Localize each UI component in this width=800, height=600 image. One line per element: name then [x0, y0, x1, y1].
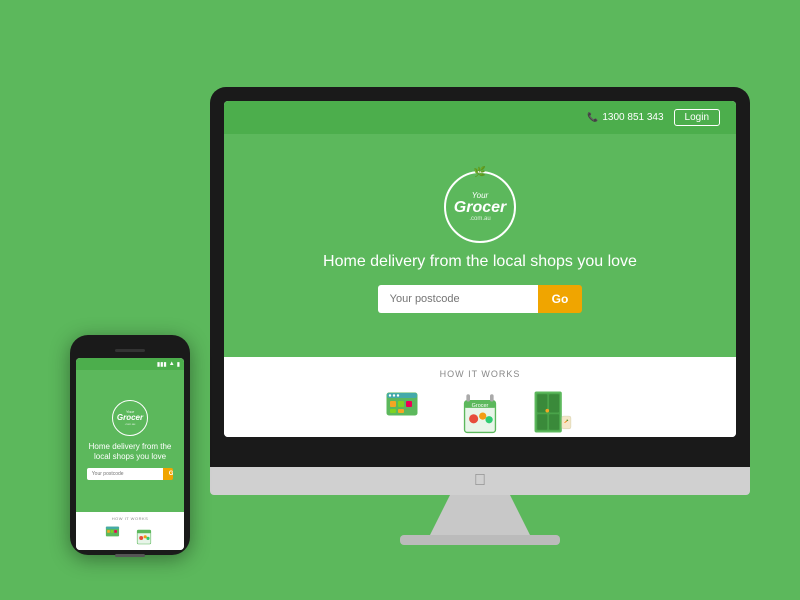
site-body: HOW IT WORKS: [224, 357, 736, 437]
wifi-icon: ▲: [169, 361, 175, 367]
iphone-bag-icon: [133, 524, 155, 546]
battery-icon: ▮: [177, 361, 180, 368]
logo-grocer: Grocer: [454, 200, 506, 216]
iphone-go-button[interactable]: Go: [163, 468, 173, 480]
delivery-door-icon: 🥕: [525, 387, 575, 437]
imac-frame: 📞 1300 851 343 Login 🌿 Your Grocer .com.…: [210, 87, 750, 467]
logo-icon: 🌿: [474, 167, 486, 178]
imac-screen: 📞 1300 851 343 Login 🌿 Your Grocer .com.…: [224, 101, 736, 437]
iphone-status-bar: ▮▮▮ ▲ ▮: [76, 358, 184, 370]
iphone-shop-icon: [105, 524, 127, 546]
iphone-hero: Your Grocer .com.au Home delivery from t…: [76, 370, 184, 512]
iphone-how-icons-row: [82, 524, 178, 546]
iphone-logo-comau: .com.au: [125, 422, 136, 426]
go-button[interactable]: Go: [538, 285, 583, 313]
iphone-body: HOW IT WORKS: [76, 512, 184, 550]
iphone-frame: ▮▮▮ ▲ ▮ Your Grocer .com.au Home deliver…: [70, 335, 190, 555]
iphone-how-it-works-title: HOW IT WORKS: [82, 516, 178, 521]
iphone-logo-circle: Your Grocer .com.au: [112, 400, 148, 436]
phone-number: 1300 851 343: [602, 112, 663, 123]
postcode-form: Go: [378, 285, 583, 313]
imac-base: [400, 535, 560, 545]
iphone-device: ▮▮▮ ▲ ▮ Your Grocer .com.au Home deliver…: [70, 335, 190, 555]
svg-text:🥕: 🥕: [564, 418, 569, 423]
how-it-works-title: HOW IT WORKS: [440, 369, 521, 379]
grocery-bag-icon: Grocer: [455, 387, 505, 437]
iphone-speaker: [115, 349, 145, 352]
iphone-tagline: Home delivery from the local shops you l…: [82, 442, 178, 463]
postcode-input[interactable]: [378, 285, 538, 313]
phone-icon: 📞: [587, 112, 598, 123]
hero-tagline: Home delivery from the local shops you l…: [323, 253, 637, 271]
logo-comau: .com.au: [469, 216, 490, 222]
signal-icon: ▮▮▮: [157, 361, 167, 368]
hero-section: 🌿 Your Grocer .com.au Home delivery from…: [224, 134, 736, 357]
iphone-postcode-input[interactable]: [87, 468, 163, 480]
how-icons-row: Grocer: [385, 387, 575, 437]
imac-stand: [430, 495, 530, 535]
imac-chin: : [210, 467, 750, 495]
site-header: 📞 1300 851 343 Login: [224, 101, 736, 134]
svg-text:Grocer: Grocer: [472, 403, 489, 409]
iphone-logo-grocer: Grocer: [117, 414, 143, 422]
iphone-screen: ▮▮▮ ▲ ▮ Your Grocer .com.au Home deliver…: [76, 358, 184, 550]
phone-info: 📞 1300 851 343: [587, 112, 663, 123]
logo-circle: 🌿 Your Grocer .com.au: [444, 171, 516, 243]
imac-device: 📞 1300 851 343 Login 🌿 Your Grocer .com.…: [210, 87, 750, 545]
scene: 📞 1300 851 343 Login 🌿 Your Grocer .com.…: [20, 15, 780, 585]
iphone-home-bar: [115, 554, 145, 557]
shop-browse-icon: [385, 387, 435, 437]
apple-logo-icon: : [474, 472, 486, 490]
iphone-postcode-form: Go: [87, 468, 173, 480]
login-button[interactable]: Login: [674, 109, 720, 126]
